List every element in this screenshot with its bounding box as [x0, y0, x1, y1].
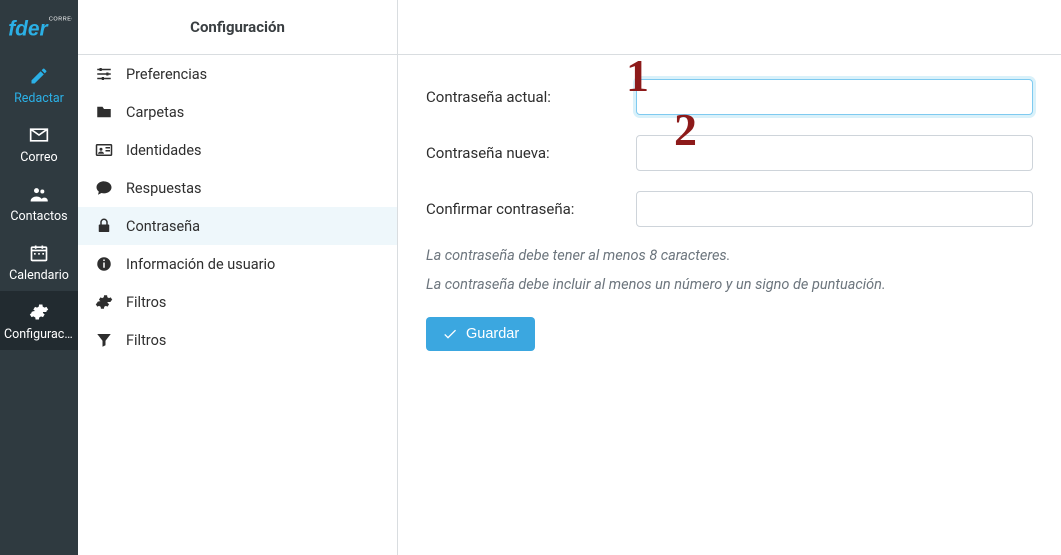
password-hint-length: La contraseña debe tener al menos 8 cara…: [426, 247, 1033, 264]
settings-item-label: Identidades: [126, 142, 202, 159]
settings-list: Preferencias Carpetas Identidades Respue…: [78, 55, 397, 555]
rail-item-label: Correo: [2, 150, 76, 165]
form-row-new-password: Contraseña nueva:: [426, 135, 1033, 171]
confirm-password-input[interactable]: [636, 191, 1033, 227]
app-rail: fder CORREO Redactar Correo Contactos Ca…: [0, 0, 78, 555]
funnel-icon: [94, 330, 114, 350]
lock-icon: [94, 216, 114, 236]
svg-text:fder: fder: [8, 17, 49, 40]
settings-panel: Configuración Preferencias Carpetas Iden…: [78, 0, 398, 555]
settings-item-password[interactable]: Contraseña: [78, 207, 397, 245]
settings-item-responses[interactable]: Respuestas: [78, 169, 397, 207]
rail-item-label: Calendario: [2, 268, 76, 283]
password-hint-chars: La contraseña debe incluir al menos un n…: [426, 276, 1033, 293]
new-password-input[interactable]: [636, 135, 1033, 171]
settings-item-label: Preferencias: [126, 66, 207, 83]
contacts-icon: [28, 183, 50, 205]
rail-item-mail[interactable]: Correo: [0, 114, 78, 173]
fder-logo: fder CORREO: [6, 8, 72, 48]
rail-item-settings[interactable]: Configuraci...: [0, 291, 78, 350]
form-row-confirm-password: Confirmar contraseña:: [426, 191, 1033, 227]
save-button[interactable]: Guardar: [426, 317, 535, 351]
svg-text:CORREO: CORREO: [49, 16, 72, 22]
settings-item-preferences[interactable]: Preferencias: [78, 55, 397, 93]
settings-item-label: Carpetas: [126, 104, 184, 121]
rail-item-label: Configuraci...: [2, 327, 76, 342]
form-row-current-password: Contraseña actual:: [426, 79, 1033, 115]
settings-item-label: Información de usuario: [126, 256, 275, 273]
settings-item-label: Filtros: [126, 294, 166, 311]
settings-title: Configuración: [190, 18, 285, 36]
current-password-label: Contraseña actual:: [426, 88, 636, 106]
folder-icon: [94, 102, 114, 122]
rail-item-label: Redactar: [2, 91, 76, 106]
compose-icon: [28, 65, 50, 87]
check-icon: [442, 326, 458, 342]
rail-item-contacts[interactable]: Contactos: [0, 173, 78, 232]
content-body: Contraseña actual: Contraseña nueva: Con…: [398, 55, 1061, 555]
sliders-icon: [94, 64, 114, 84]
mail-icon: [28, 124, 50, 146]
settings-item-filters-2[interactable]: Filtros: [78, 321, 397, 359]
speech-icon: [94, 178, 114, 198]
settings-item-label: Contraseña: [126, 218, 200, 235]
settings-item-userinfo[interactable]: Información de usuario: [78, 245, 397, 283]
rail-item-calendar[interactable]: Calendario: [0, 232, 78, 291]
rail-item-compose[interactable]: Redactar: [0, 55, 78, 114]
rail-item-label: Contactos: [2, 209, 76, 224]
settings-item-identities[interactable]: Identidades: [78, 131, 397, 169]
id-card-icon: [94, 140, 114, 160]
settings-item-label: Filtros: [126, 332, 166, 349]
settings-item-filters-1[interactable]: Filtros: [78, 283, 397, 321]
gear-icon: [94, 292, 114, 312]
settings-header: Configuración: [78, 0, 397, 55]
info-icon: [94, 254, 114, 274]
current-password-input[interactable]: [636, 79, 1033, 115]
calendar-icon: [28, 242, 50, 264]
save-button-label: Guardar: [466, 326, 519, 342]
content-area: Contraseña actual: Contraseña nueva: Con…: [398, 0, 1061, 555]
content-topbar: [398, 0, 1061, 55]
settings-item-label: Respuestas: [126, 180, 202, 197]
app-logo: fder CORREO: [0, 0, 78, 55]
settings-item-folders[interactable]: Carpetas: [78, 93, 397, 131]
gear-icon: [28, 301, 50, 323]
new-password-label: Contraseña nueva:: [426, 144, 636, 162]
confirm-password-label: Confirmar contraseña:: [426, 200, 636, 218]
